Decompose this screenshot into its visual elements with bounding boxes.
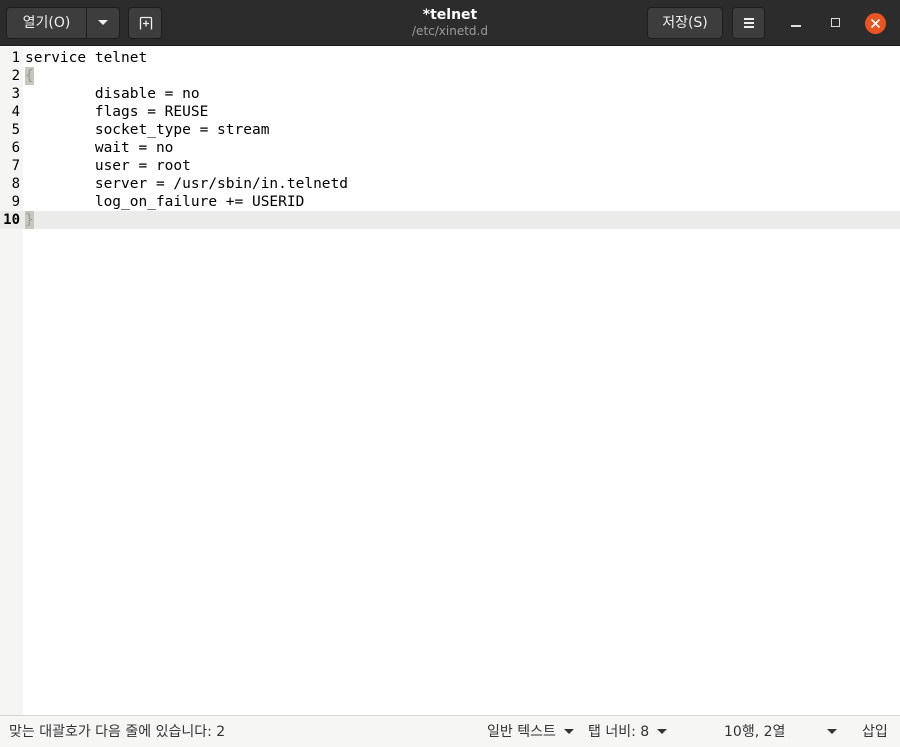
line-number: 2 xyxy=(11,68,20,84)
chevron-down-icon xyxy=(827,728,837,734)
matching-bracket: { xyxy=(25,67,34,85)
document-title: *telnet xyxy=(422,7,478,23)
code-line[interactable]: 7 user = root xyxy=(0,157,900,175)
code-line[interactable]: 8 server = /usr/sbin/in.telnetd xyxy=(0,175,900,193)
position-menu-toggle[interactable] xyxy=(827,724,837,740)
line-number: 10 xyxy=(3,212,20,228)
line-text: server = /usr/sbin/in.telnetd xyxy=(25,176,349,192)
close-button[interactable] xyxy=(865,13,886,34)
line-text: log_on_failure += USERID xyxy=(25,194,305,210)
chevron-down-icon xyxy=(98,19,108,25)
status-message: 맞는 대괄호가 다음 줄에 있습니다: 2 xyxy=(9,724,226,740)
window-title-area: *telnet /etc/xinetd.d xyxy=(300,7,600,39)
tab-width-label: 탭 너비: 8 xyxy=(588,724,650,740)
close-icon xyxy=(870,18,881,29)
language-label: 일반 텍스트 xyxy=(487,724,556,740)
line-number: 9 xyxy=(11,194,20,210)
minimize-icon[interactable] xyxy=(791,25,801,27)
document-path: /etc/xinetd.d xyxy=(412,24,488,38)
line-number: 8 xyxy=(11,176,20,192)
insert-mode-indicator[interactable]: 삽입 xyxy=(862,724,888,740)
code-line[interactable]: 6 wait = no xyxy=(0,139,900,157)
text-editor[interactable]: 1 service telnet 2 { 3 disable = no 4 fl… xyxy=(0,47,900,715)
open-menu-button[interactable] xyxy=(86,7,120,39)
line-number: 5 xyxy=(11,122,20,138)
code-line[interactable]: 4 flags = REUSE xyxy=(0,103,900,121)
hamburger-icon xyxy=(744,18,755,28)
maximize-icon[interactable] xyxy=(831,18,840,27)
line-number: 4 xyxy=(11,104,20,120)
current-line[interactable]: 10 } xyxy=(0,211,900,229)
header-bar: 열기(O) *telnet /etc/xinetd.d 저장(S) xyxy=(0,0,900,46)
cursor-position[interactable]: 10행, 2열 xyxy=(724,724,785,740)
code-line[interactable]: 2 { xyxy=(0,67,900,85)
code-line[interactable]: 1 service telnet xyxy=(0,49,900,67)
status-bar: 맞는 대괄호가 다음 줄에 있습니다: 2 일반 텍스트 탭 너비: 8 10행… xyxy=(0,715,900,747)
chevron-down-icon xyxy=(657,728,668,734)
chevron-down-icon xyxy=(563,728,574,734)
line-text: flags = REUSE xyxy=(25,104,209,120)
code-line[interactable]: 5 socket_type = stream xyxy=(0,121,900,139)
save-button[interactable]: 저장(S) xyxy=(647,7,723,39)
main-menu-button[interactable] xyxy=(732,7,765,39)
line-number: 1 xyxy=(11,50,20,66)
code-line[interactable]: 3 disable = no xyxy=(0,85,900,103)
open-button[interactable]: 열기(O) xyxy=(6,7,87,39)
code-line[interactable]: 9 log_on_failure += USERID xyxy=(0,193,900,211)
line-number: 6 xyxy=(11,140,20,156)
new-document-icon xyxy=(139,16,153,30)
line-text: user = root xyxy=(25,158,191,174)
tab-width-selector[interactable]: 탭 너비: 8 xyxy=(588,724,668,740)
line-text: wait = no xyxy=(25,140,174,156)
cursor-position-label: 10행, 2열 xyxy=(724,724,786,740)
line-number: 7 xyxy=(11,158,20,174)
line-text: service telnet xyxy=(25,50,148,66)
line-number: 3 xyxy=(11,86,20,102)
language-selector[interactable]: 일반 텍스트 xyxy=(487,724,574,740)
line-text: socket_type = stream xyxy=(25,122,270,138)
new-tab-button[interactable] xyxy=(128,7,162,39)
line-text: disable = no xyxy=(25,86,200,102)
matching-bracket: } xyxy=(25,211,34,229)
